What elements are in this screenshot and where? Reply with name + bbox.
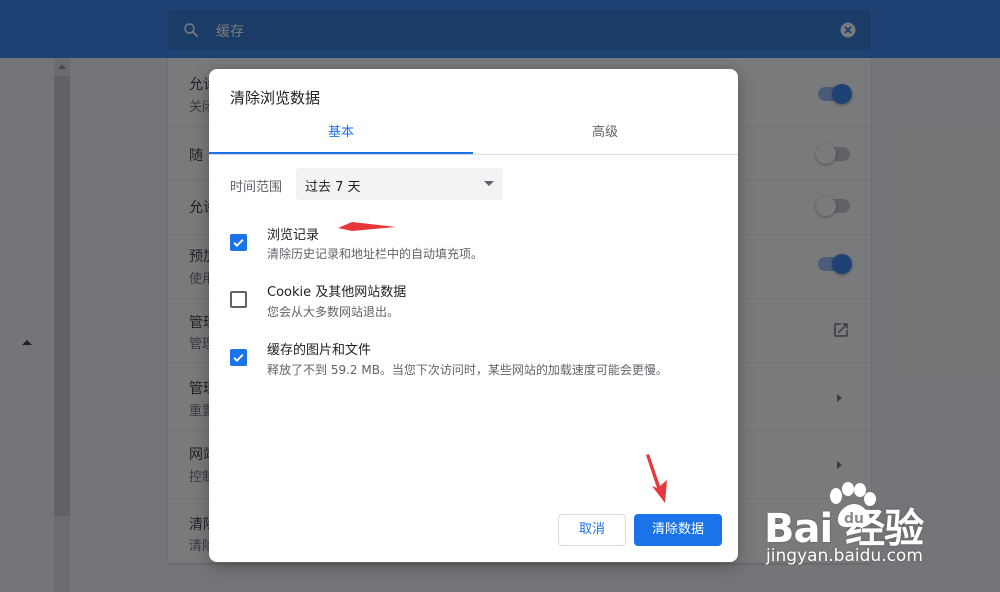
watermark-url: jingyan.baidu.com <box>766 546 923 566</box>
baidu-watermark: Bai 经验 du jingyan.baidu.com <box>760 482 980 576</box>
baidu-paw-icon: du <box>830 482 876 528</box>
annotation-arrow-down <box>646 454 667 503</box>
annotation-arrow-left <box>338 222 396 231</box>
svg-text:du: du <box>844 511 864 527</box>
